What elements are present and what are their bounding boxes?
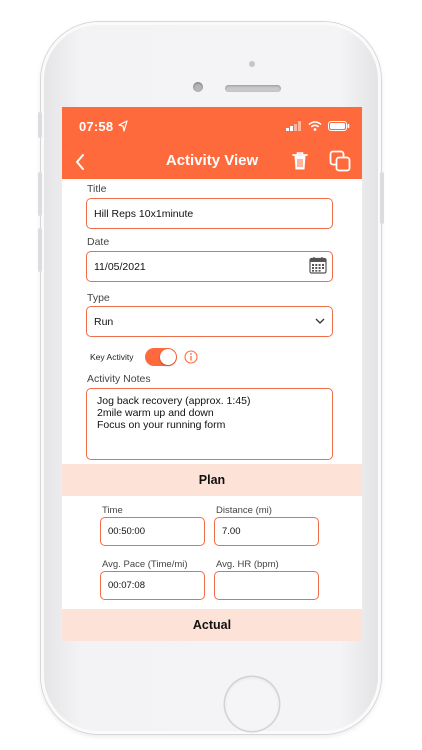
page-title: Activity View [165,152,259,169]
plan-pace-field[interactable]: 00:07:08 [100,571,205,600]
notes-line: Focus on your running form [97,419,226,431]
navigation-bar: Activity View [62,145,362,179]
battery-icon [328,121,350,131]
info-icon[interactable] [184,350,198,364]
volume-up-button [38,172,42,216]
calendar-icon[interactable] [309,256,327,274]
plan-distance-field[interactable]: 7.00 [214,517,319,546]
date-value: 11/05/2021 [94,260,146,273]
date-field[interactable]: 11/05/2021 [86,251,333,282]
home-button[interactable] [225,677,279,731]
earpiece-speaker [225,85,281,92]
plan-hr-label: Avg. HR (bpm) [216,559,279,570]
title-value: Hill Reps 10x1minute [94,207,194,220]
type-label: Type [87,292,110,304]
plan-time-value: 00:50:00 [108,526,145,537]
mute-switch [38,112,42,138]
date-label: Date [87,236,110,248]
plan-pace-label: Avg. Pace (Time/mi) [102,559,188,570]
plan-distance-value: 7.00 [222,526,241,537]
proximity-sensor [249,61,255,67]
activity-notes-textarea[interactable]: Jog back recovery (approx. 1:45) 2mile w… [86,388,333,460]
trash-icon[interactable] [291,151,309,171]
key-activity-toggle[interactable] [145,348,177,366]
power-button [380,172,384,224]
type-value: Run [94,315,114,328]
actual-section-header: Actual [62,609,362,641]
copy-icon[interactable] [329,150,351,172]
plan-pace-value: 00:07:08 [108,580,145,591]
plan-hr-field[interactable] [214,571,319,600]
volume-down-button [38,228,42,272]
cellular-signal-icon [286,121,301,131]
front-camera [193,82,203,92]
activity-notes-label: Activity Notes [87,373,151,385]
title-field[interactable]: Hill Reps 10x1minute [86,198,333,229]
status-bar: 07:58 [62,107,362,145]
type-select[interactable]: Run [86,306,333,337]
toggle-knob [160,349,176,365]
chevron-down-icon [315,318,325,324]
plan-time-label: Time [102,505,123,516]
wifi-icon [308,121,322,131]
notes-line: Jog back recovery (approx. 1:45) [97,395,251,407]
notes-line: 2mile warm up and down [97,407,214,419]
key-activity-label: Key Activity [90,352,134,362]
plan-time-field[interactable]: 00:50:00 [100,517,205,546]
plan-section-header: Plan [62,464,362,496]
plan-distance-label: Distance (mi) [216,505,272,516]
location-arrow-icon [118,120,128,132]
status-time: 07:58 [79,119,114,134]
app-screen: 07:58 Activity View Title Hill Reps 10x1… [62,107,362,641]
title-label: Title [87,183,107,195]
